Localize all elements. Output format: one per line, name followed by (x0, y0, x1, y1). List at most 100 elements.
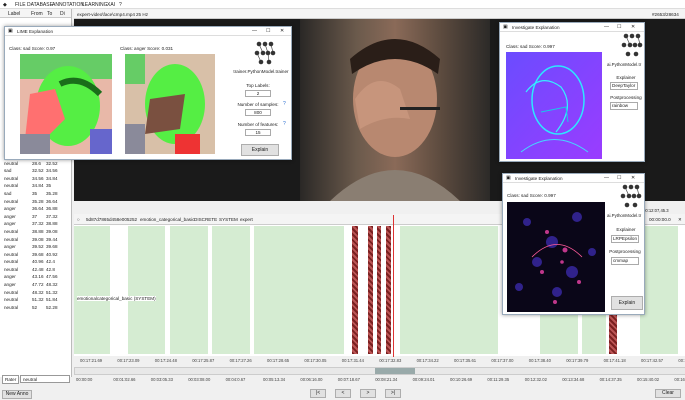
timeline-segment[interactable] (212, 226, 250, 354)
row-cell: 38.88 (46, 221, 58, 227)
close-button[interactable]: ✕ (631, 24, 635, 30)
lime-image-sad (20, 54, 112, 154)
timeline-radio-icon[interactable]: ○ (77, 217, 80, 222)
annotation-row[interactable]: anger 37 37.32 (0, 213, 72, 221)
row-cell: neutral (4, 251, 19, 257)
close-button[interactable]: ✕ (631, 175, 635, 181)
minimize-button[interactable]: — (604, 24, 609, 30)
maximize-button[interactable]: ☐ (617, 175, 621, 181)
col-label[interactable]: Label (8, 11, 20, 17)
row-cell: 34.84 (32, 183, 44, 189)
timeline-segment[interactable] (170, 226, 208, 354)
samples-input[interactable]: 800 (245, 109, 271, 116)
col-from[interactable]: From (31, 11, 43, 17)
nav-prev-button[interactable]: < (335, 389, 351, 398)
inv1-model-path: ai.PythonModel.tr (607, 62, 642, 67)
annotation-row[interactable]: neutral 52 52.28 (0, 304, 72, 312)
annotation-row[interactable]: neutral 42.48 42.8 (0, 266, 72, 274)
menu-help[interactable]: ? (119, 2, 122, 8)
inv1-postprocessing-select[interactable]: rainbow (610, 102, 638, 110)
annotation-row[interactable]: neutral 40.96 42.4 (0, 258, 72, 266)
annotation-row[interactable]: neutral 34.56 34.84 (0, 175, 72, 183)
overview-tick-label: 00:03:08.00 (188, 377, 211, 382)
features-help-icon[interactable]: ? (283, 121, 286, 127)
lime-explain-button[interactable]: Explain (241, 144, 279, 156)
annotation-row[interactable]: neutral 38.88 39.08 (0, 228, 72, 236)
timeline-id: 5d87d7865d458e005252 (86, 217, 138, 222)
inv2-postprocessing-select[interactable]: cmmap (611, 257, 639, 265)
timeline-tick-label: 00:17:32.83 (379, 358, 402, 363)
overview-tick-label: 00:01:02.66 (113, 377, 136, 382)
timeline-right-time: 00:12:07,45.3 (643, 208, 669, 213)
top-labels-input[interactable]: 2 (245, 90, 271, 97)
row-cell: 38.88 (32, 228, 44, 234)
timeline-segment[interactable] (640, 226, 678, 354)
menu-annotation[interactable]: ANNOTATION (52, 2, 84, 8)
menu-xai[interactable]: XAI (107, 2, 115, 8)
timeline-segment[interactable] (400, 226, 498, 354)
inv2-title: Investigate Explanation (515, 176, 563, 181)
inv1-postprocessing-label: Postprocessing (610, 95, 642, 100)
annotation-row[interactable]: anger 36.64 36.88 (0, 205, 72, 213)
timeline-tick-label: 00:17:31.44 (341, 358, 364, 363)
timeline-segment[interactable] (74, 226, 110, 354)
scrollbar-thumb[interactable] (375, 368, 415, 374)
close-button[interactable]: ✕ (280, 28, 284, 34)
timeline-segment-anger[interactable] (386, 226, 391, 354)
annotation-row[interactable]: neutral 48.32 51.32 (0, 289, 72, 297)
annotation-row[interactable]: sad 32.52 34.56 (0, 167, 72, 175)
annotation-row[interactable]: neutral 39.68 40.92 (0, 251, 72, 259)
row-cell: anger (4, 244, 16, 250)
maximize-button[interactable]: ☐ (266, 28, 270, 34)
row-cell: 39.68 (32, 251, 44, 257)
clear-button[interactable]: Clear (655, 389, 681, 398)
annotation-row[interactable]: sad 35 35.28 (0, 190, 72, 198)
menu-file[interactable]: FILE (15, 2, 26, 8)
annotation-row[interactable]: anger 39.52 39.68 (0, 243, 72, 251)
annotation-row[interactable]: neutral 35.28 36.64 (0, 198, 72, 206)
annotation-row[interactable]: neutral 39.08 39.44 (0, 236, 72, 244)
inv2-explainer-label: Explainer (616, 227, 636, 232)
row-cell: neutral (4, 183, 19, 189)
timeline-segment-anger[interactable] (352, 226, 358, 354)
timeline-segment-anger[interactable] (377, 226, 381, 354)
row-cell: 36.64 (46, 198, 58, 204)
model-network-icon (620, 184, 642, 208)
rater-select[interactable]: neutral (20, 375, 70, 383)
annotation-row[interactable]: anger 47.72 48.32 (0, 281, 72, 289)
timeline-segment[interactable] (254, 226, 344, 354)
menu-learning[interactable]: LEARNING (82, 2, 108, 8)
inv2-explain-button[interactable]: Explain (611, 296, 643, 310)
annotation-row[interactable]: anger 43.16 47.56 (0, 273, 72, 281)
timeline-segment[interactable] (128, 226, 165, 354)
features-input[interactable]: 15 (245, 129, 271, 136)
row-cell: anger (4, 206, 16, 212)
timeline-segment-anger[interactable] (368, 226, 373, 354)
annotation-row[interactable]: neutral 51.32 51.84 (0, 296, 72, 304)
new-anno-button[interactable]: New Anno (2, 390, 32, 399)
minimize-button[interactable]: — (252, 28, 257, 34)
playhead-cursor[interactable] (393, 215, 394, 357)
nav-first-button[interactable]: |< (310, 389, 326, 398)
overview-tick-label: 00:10:26.69 (450, 377, 473, 382)
annotation-row[interactable]: neutral 28.6 32.52 (0, 160, 72, 168)
col-to[interactable]: To (47, 11, 52, 17)
nav-last-button[interactable]: >| (385, 389, 401, 398)
maximize-button[interactable]: ☐ (617, 24, 621, 30)
annotation-row[interactable]: neutral 34.84 35 (0, 182, 72, 190)
nav-next-button[interactable]: > (360, 389, 376, 398)
row-cell: 32.52 (32, 168, 44, 174)
samples-help-icon[interactable]: ? (283, 101, 286, 107)
window-icon: ▣ (503, 24, 508, 30)
col-duration[interactable]: Di (60, 11, 65, 17)
window-icon: ▣ (8, 28, 13, 34)
timeline-close-icon[interactable]: ✕ (678, 217, 682, 223)
inv1-explainer-select[interactable]: DeepTaylor (610, 82, 638, 90)
row-cell: 51.32 (46, 289, 58, 295)
row-cell: 32.52 (46, 160, 58, 166)
overview-scrollbar[interactable] (74, 367, 685, 375)
inv2-explainer-select[interactable]: LRPEpsilon (611, 235, 639, 243)
annotation-row[interactable]: anger 37.32 38.88 (0, 220, 72, 228)
menu-database[interactable]: DATABASE (27, 2, 53, 8)
minimize-button[interactable]: — (604, 175, 609, 181)
